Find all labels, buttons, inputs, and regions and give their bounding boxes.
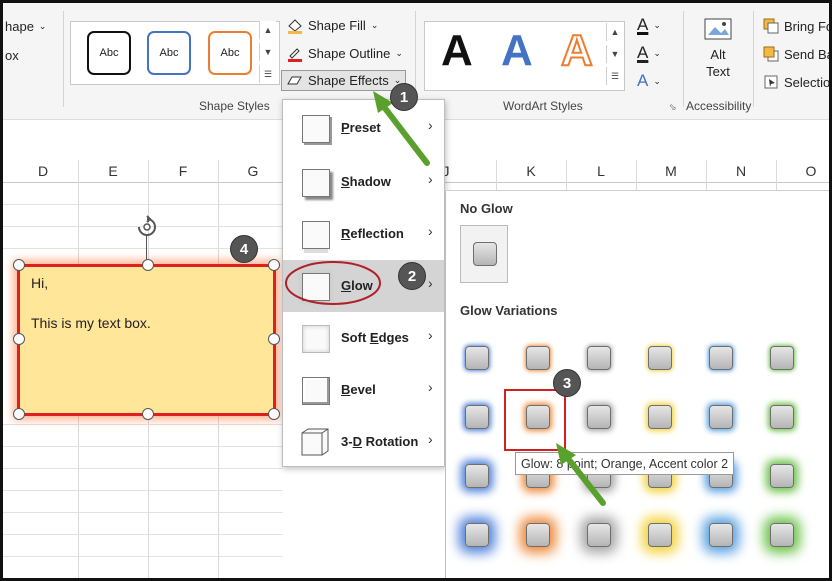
- callout-badge-2: 2: [398, 262, 426, 290]
- callout-badge-3: 3: [553, 369, 581, 397]
- arrow-3: [556, 443, 606, 506]
- callout-badge-1: 1: [390, 83, 418, 111]
- screenshot-frame: hape ⌄ ox Abc Abc Abc ▲ ▼ ☰ Shape Styles …: [0, 0, 832, 581]
- callout-badge-4: 4: [230, 235, 258, 263]
